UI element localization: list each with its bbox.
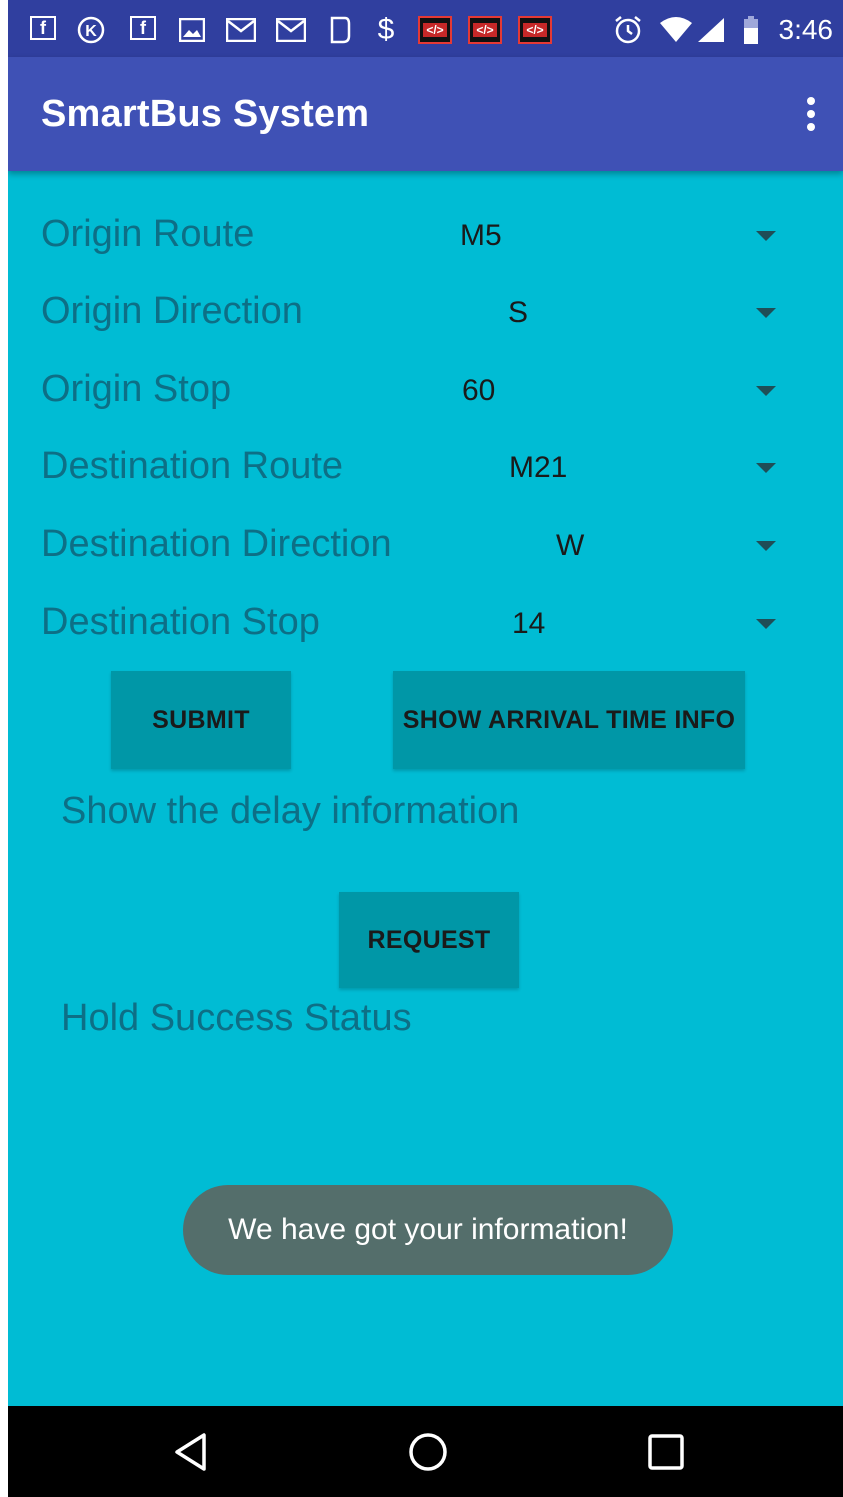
request-button[interactable]: REQUEST <box>339 892 519 988</box>
status-bar: f K f $ </> </> </> 3:46 <box>8 0 843 57</box>
destination-route-spinner-value[interactable]: M21 <box>509 451 567 485</box>
chevron-down-icon[interactable] <box>756 541 776 551</box>
origin-stop-label: Origin Stop <box>41 368 232 410</box>
app-title: SmartBus System <box>41 93 370 135</box>
gmail-icon <box>226 16 256 44</box>
battery-icon <box>742 16 760 44</box>
origin-stop-spinner-value[interactable]: 60 <box>462 374 495 408</box>
chevron-down-icon[interactable] <box>756 463 776 473</box>
signal-icon <box>696 16 726 44</box>
facebook-icon: f <box>130 16 156 40</box>
origin-stop-row[interactable]: Origin Stop 60 <box>8 368 843 428</box>
phone-icon <box>328 16 352 44</box>
dev-tools-icon: </> <box>518 16 552 44</box>
status-clock: 3:46 <box>778 14 834 45</box>
dev-tools-icon: </> <box>418 16 452 44</box>
home-icon[interactable] <box>368 1406 488 1497</box>
origin-direction-label: Origin Direction <box>41 290 303 332</box>
chevron-down-icon[interactable] <box>756 386 776 396</box>
recents-icon[interactable] <box>606 1406 726 1497</box>
chevron-down-icon[interactable] <box>756 619 776 629</box>
chevron-down-icon[interactable] <box>756 231 776 241</box>
alarm-icon <box>612 16 644 44</box>
destination-route-label: Destination Route <box>41 445 344 487</box>
chevron-down-icon[interactable] <box>756 308 776 318</box>
image-icon <box>178 16 206 44</box>
origin-direction-spinner-value[interactable]: S <box>508 296 528 330</box>
delay-info-text: Show the delay information <box>61 790 520 832</box>
facebook-icon: f <box>30 16 56 40</box>
gmail-icon <box>276 16 306 44</box>
origin-route-row[interactable]: Origin Route M5 <box>8 213 843 273</box>
back-icon[interactable] <box>132 1406 252 1497</box>
destination-direction-row[interactable]: Destination Direction W <box>8 523 843 583</box>
destination-direction-spinner-value[interactable]: W <box>556 529 584 563</box>
destination-stop-spinner-value[interactable]: 14 <box>512 607 545 641</box>
k-glyph: K <box>85 23 97 40</box>
submit-button[interactable]: SUBMIT <box>111 671 291 769</box>
destination-stop-label: Destination Stop <box>41 601 320 643</box>
app-bar: SmartBus System <box>8 57 843 171</box>
destination-route-row[interactable]: Destination Route M21 <box>8 445 843 505</box>
hold-status-text: Hold Success Status <box>61 997 412 1039</box>
overflow-menu-icon[interactable] <box>807 97 815 131</box>
wifi-icon <box>658 16 694 44</box>
origin-route-label: Origin Route <box>41 213 255 255</box>
destination-direction-label: Destination Direction <box>41 523 392 565</box>
navigation-bar <box>8 1406 843 1497</box>
k-icon: K <box>76 16 106 44</box>
toast-message: We have got your information! <box>183 1185 673 1275</box>
destination-stop-row[interactable]: Destination Stop 14 <box>8 601 843 661</box>
show-arrival-time-button[interactable]: SHOW ARRIVAL TIME INFO <box>393 671 745 769</box>
origin-route-spinner-value[interactable]: M5 <box>460 219 502 253</box>
dollar-icon: $ <box>377 13 395 46</box>
dev-tools-icon: </> <box>468 16 502 44</box>
origin-direction-row[interactable]: Origin Direction S <box>8 290 843 350</box>
phone-screen: f K f $ </> </> </> 3:46 SmartBus System… <box>8 0 843 1497</box>
